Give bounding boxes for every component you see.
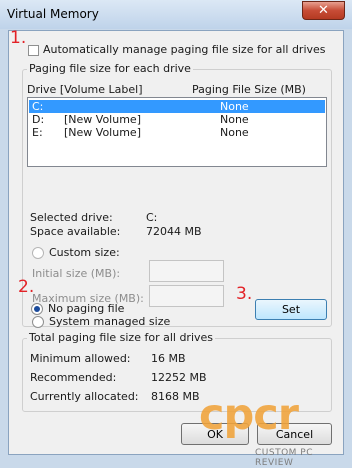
custom-size-label[interactable]: Custom size: [49, 246, 120, 259]
step-3-annotation: 3. [236, 284, 253, 304]
currently-allocated-label: Currently allocated: [30, 390, 139, 403]
drive-row-e[interactable]: E: [New Volume] None [29, 126, 325, 139]
minimum-allowed-label: Minimum allowed: [30, 352, 131, 365]
title-bar: Virtual Memory ✕ [0, 0, 352, 29]
drive-list[interactable]: C: None D: [New Volume] None E: [New Vol… [27, 97, 327, 167]
drives-groupbox: Paging file size for each drive Drive [V… [22, 62, 332, 328]
drive-letter: E: [32, 126, 43, 139]
auto-manage-checkbox[interactable] [28, 45, 39, 56]
minimum-allowed-value: 16 MB [151, 352, 186, 365]
size-column-header: Paging File Size (MB) [192, 83, 306, 96]
auto-manage-label[interactable]: Automatically manage paging file size fo… [43, 43, 326, 56]
drive-row-c[interactable]: C: None [29, 100, 325, 113]
initial-size-input[interactable] [149, 260, 224, 282]
recommended-label: Recommended: [30, 371, 117, 384]
totals-group-legend: Total paging file size for all drives [27, 331, 216, 344]
recommended-value: 12252 MB [151, 371, 207, 384]
no-paging-file-label[interactable]: No paging file [48, 302, 124, 315]
drive-letter: C: [32, 100, 44, 113]
no-paging-file-radio[interactable] [31, 303, 43, 315]
drive-volume-label: [New Volume] [64, 126, 141, 139]
system-managed-radio[interactable] [32, 316, 44, 328]
space-available-value: 72044 MB [146, 225, 202, 238]
step-1-annotation: 1. [10, 28, 27, 48]
drive-volume-label: [New Volume] [64, 113, 141, 126]
currently-allocated-value: 8168 MB [151, 390, 200, 403]
drive-paging-size: None [220, 100, 249, 113]
cpcr-logo: cpcr [199, 390, 299, 440]
maximum-size-input[interactable] [149, 285, 224, 307]
set-button[interactable]: Set [255, 299, 327, 320]
step-2-annotation: 2. [18, 277, 35, 297]
close-button[interactable]: ✕ [302, 1, 345, 20]
drive-column-header: Drive [Volume Label] [27, 83, 143, 96]
space-available-label: Space available: [30, 225, 121, 238]
watermark-tagline: CUSTOM PC REVIEW [255, 448, 314, 468]
system-managed-label[interactable]: System managed size [49, 315, 170, 328]
drives-group-legend: Paging file size for each drive [27, 62, 193, 75]
drive-paging-size: None [220, 126, 249, 139]
drive-letter: D: [32, 113, 45, 126]
drive-row-d[interactable]: D: [New Volume] None [29, 113, 325, 126]
window-title: Virtual Memory [7, 7, 99, 21]
custom-size-radio[interactable] [32, 247, 44, 259]
close-icon: ✕ [318, 3, 329, 18]
initial-size-label: Initial size (MB): [32, 267, 121, 280]
selected-drive-value: C: [146, 211, 158, 224]
selected-drive-label: Selected drive: [30, 211, 113, 224]
drive-paging-size: None [220, 113, 249, 126]
